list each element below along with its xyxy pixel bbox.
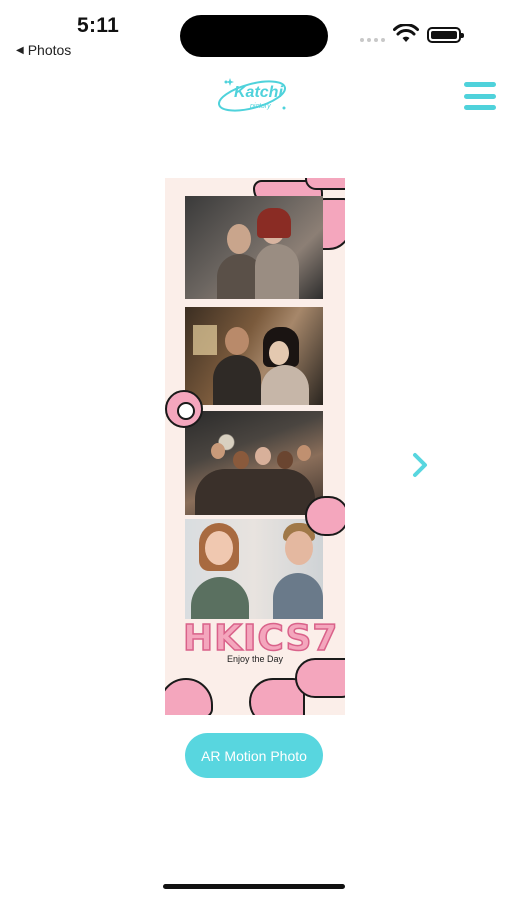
photo-3 — [185, 411, 323, 515]
pink-decoration — [305, 178, 345, 190]
status-time: 5:11 — [77, 14, 120, 37]
home-indicator[interactable] — [163, 884, 345, 889]
pink-decoration — [295, 658, 345, 698]
photo-4 — [185, 519, 323, 619]
logo-subtext: pictory — [250, 103, 271, 110]
hamburger-menu-icon[interactable] — [464, 82, 496, 110]
photo-1 — [185, 196, 323, 299]
back-app-label: Photos — [27, 42, 72, 58]
logo-text: Katchi — [234, 84, 283, 101]
photo-2 — [185, 307, 323, 405]
back-to-photos-link[interactable]: ◀ Photos — [16, 42, 71, 58]
battery-icon — [427, 27, 464, 43]
dynamic-island — [180, 15, 328, 57]
ar-motion-photo-button[interactable]: AR Motion Photo — [185, 733, 323, 778]
flower-decoration — [165, 390, 203, 428]
strip-title: HKICS7 — [182, 617, 339, 660]
triangle-left-icon: ◀ — [16, 44, 24, 56]
pink-decoration — [165, 678, 213, 715]
photo-strip[interactable]: HKICS7 Enjoy the Day — [165, 178, 345, 715]
wifi-icon — [393, 24, 419, 42]
chevron-right-icon[interactable] — [410, 452, 430, 478]
cellular-signal-icon — [360, 38, 385, 42]
pink-decoration — [305, 496, 345, 536]
app-logo: Katchi pictory — [212, 72, 296, 122]
